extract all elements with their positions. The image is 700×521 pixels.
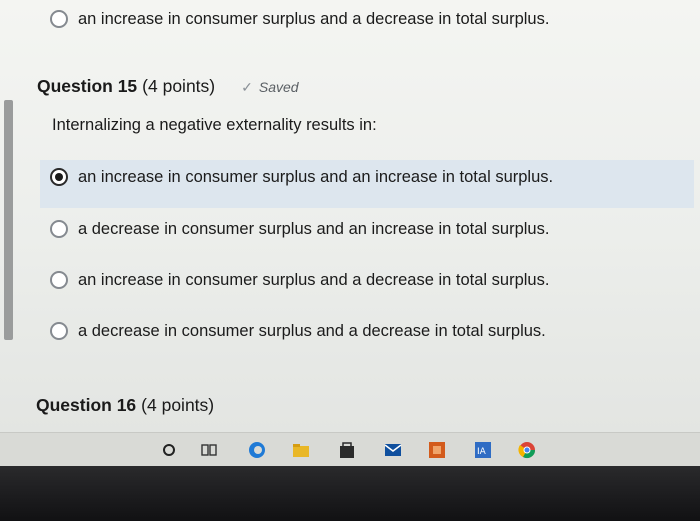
question-prompt: Internalizing a negative externality res… <box>52 116 377 134</box>
screen: an increase in consumer surplus and a de… <box>0 0 700 521</box>
task-view-icon[interactable] <box>200 441 218 459</box>
taskbar: IA <box>0 432 700 467</box>
saved-status: ✓ Saved <box>241 79 298 96</box>
teams-icon[interactable]: IA <box>474 441 492 459</box>
mail-icon[interactable] <box>384 441 402 459</box>
office-icon[interactable] <box>428 441 446 459</box>
question-15-header: Question 15 (4 points) ✓ Saved <box>37 76 299 97</box>
option-label: an increase in consumer surplus and a de… <box>78 9 550 28</box>
answer-option-2[interactable]: a decrease in consumer surplus and an in… <box>50 213 549 245</box>
option-label: an increase in consumer surplus and an i… <box>78 167 554 186</box>
question-title: Question 15 <box>37 76 138 96</box>
option-label: a decrease in consumer surplus and an in… <box>78 219 550 238</box>
radio-button-selected[interactable] <box>50 168 68 186</box>
quiz-page: an increase in consumer surplus and a de… <box>0 0 700 432</box>
chrome-icon[interactable] <box>518 441 536 459</box>
prev-question-option[interactable]: an increase in consumer surplus and a de… <box>50 3 549 35</box>
store-icon[interactable] <box>338 441 356 459</box>
answer-option-1[interactable]: an increase in consumer surplus and an i… <box>50 161 553 193</box>
answer-option-3[interactable]: an increase in consumer surplus and a de… <box>50 264 549 296</box>
radio-button[interactable] <box>50 10 68 28</box>
radio-button[interactable] <box>50 322 68 340</box>
search-icon[interactable] <box>160 441 178 459</box>
answer-option-4[interactable]: a decrease in consumer surplus and a dec… <box>50 315 546 347</box>
saved-label: Saved <box>258 79 299 95</box>
question-16-header: Question 16 (4 points) <box>36 395 214 416</box>
question-focus-bar <box>4 100 13 340</box>
radio-button[interactable] <box>50 220 68 238</box>
option-label: a decrease in consumer surplus and a dec… <box>78 321 546 340</box>
laptop-bezel <box>0 466 700 521</box>
question-points: (4 points) <box>141 395 215 415</box>
svg-text:IA: IA <box>477 447 487 457</box>
question-points: (4 points) <box>142 76 216 96</box>
edge-browser-icon[interactable] <box>248 441 266 459</box>
question-title: Question 16 <box>36 395 137 415</box>
file-explorer-icon[interactable] <box>292 441 310 459</box>
radio-button[interactable] <box>50 271 68 289</box>
checkmark-icon: ✓ <box>241 79 253 95</box>
option-label: an increase in consumer surplus and a de… <box>78 270 550 289</box>
